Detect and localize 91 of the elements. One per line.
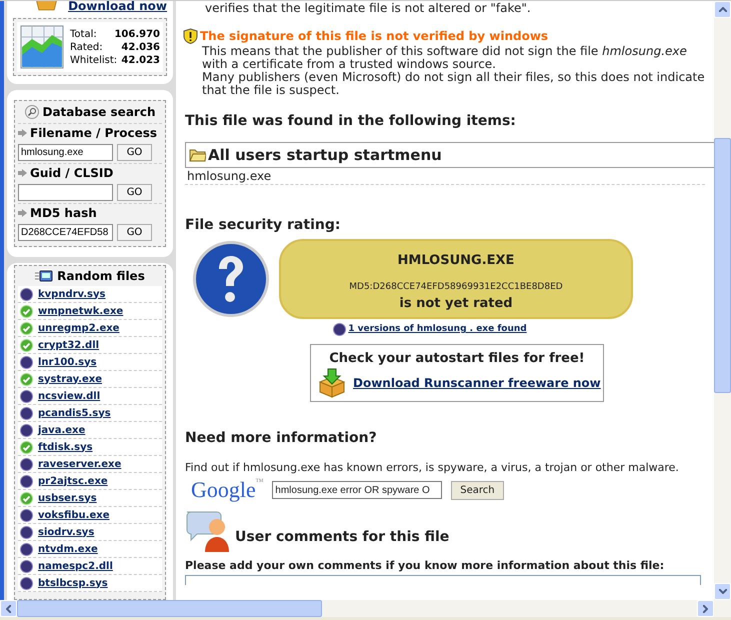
file-link[interactable]: wmpnetwk.exe [38,304,124,318]
field-label: Guid / CLSID [30,165,114,182]
box-download-icon [317,368,347,398]
signature-text: This means that the publisher of this software did not sign the file hmlosung.exe [202,45,688,58]
stat-value: 42.036 [121,40,160,54]
arrow-icon [18,209,27,217]
search-icon [24,105,38,119]
circle-icon [20,356,33,368]
arrow-icon [18,169,27,177]
go-button[interactable]: GO [117,224,152,241]
rating-heading: File security rating: [185,216,342,235]
found-heading: This file was found in the following items: [185,112,517,131]
input-field[interactable]: D268CCE74EFD58 [18,224,113,241]
group-title: All users startup startmenu [208,144,442,166]
google-logo: Google$^{TM}$ [191,478,264,502]
stat-label: Rated: [70,40,103,54]
circle-icon [333,323,346,336]
go-button[interactable]: GO [117,184,152,201]
file-link[interactable]: voksfibu.exe [38,508,110,522]
file-link[interactable]: btslbcsp.sys [38,576,108,590]
file-link[interactable]: ntvdm.exe [38,542,98,556]
signature-warning-title: The signature of this file is not verified by windows [200,28,548,45]
file-link[interactable]: pcandis5.sys [38,406,111,420]
box-icon [35,1,58,13]
field-label: Filename / Process [30,125,158,142]
file-link[interactable]: raveserver.exe [38,456,122,472]
horizontal-scrollbar[interactable] [0,600,731,617]
go-button[interactable]: GO [117,144,152,161]
circle-icon [20,406,33,420]
vertical-scrollbar[interactable] [714,1,731,600]
rating-filename: HMLOSUNG.EXE [398,252,514,270]
input-field[interactable]: hmlosung.exe [18,144,113,161]
more-info-text: Find out if hmlosung.exe has known errors, is spyware, a virus, a trojan or other malware. [185,460,680,476]
comment-box[interactable] [185,574,701,584]
scroll-left-button[interactable] [0,600,17,617]
file-link[interactable]: usbser.sys [38,490,97,506]
signature-text: with a certificate from a trusted windows source. [202,58,497,71]
chart-icon [20,25,64,69]
circle-icon [20,526,33,538]
comments-prompt: Please add your own comments if you know more information about this file: [185,558,666,574]
runscanner-link[interactable]: Download Runscanner freeware now [353,374,601,392]
more-info-heading: Need more information? [185,428,378,448]
circle-icon [20,390,33,402]
signature-text: Many publishers (even Microsoft) do not sign all their files, so this does not indicate [202,71,705,84]
file-link[interactable]: unregmp2.exe [38,320,120,336]
scroll-down-button[interactable] [714,583,731,600]
file-link[interactable]: java.exe [38,422,86,438]
circle-icon [20,474,33,488]
shield-warning-icon [183,28,198,44]
input-field[interactable] [18,184,113,201]
question-icon [191,239,271,319]
circle-icon [20,560,33,572]
search-button[interactable]: Search [451,480,504,500]
file-link[interactable]: namespc2.dll [38,558,113,574]
circle-icon [20,508,33,522]
scroll-thumb[interactable] [17,600,322,617]
folder-icon [189,148,206,162]
circle-icon [20,424,33,436]
intro-text: verifies that the legitimate file is not altered or "fake". [204,1,532,15]
arrow-icon [18,129,27,137]
search-field[interactable]: hmlosung.exe error OR spyware O [272,481,442,499]
scroll-up-button[interactable] [714,1,731,18]
field-label: MD5 hash [30,205,97,222]
circle-icon [20,458,33,470]
scroll-thumb[interactable] [714,138,731,393]
file-link[interactable]: pr2ajtsc.exe [38,474,108,488]
file-link[interactable]: kvpndrv.sys [38,286,106,302]
random-files-title: Random files [57,268,145,285]
scroll-right-button[interactable] [697,600,714,617]
file-link[interactable]: ftdisk.sys [38,440,93,454]
file-link[interactable]: siodrv.sys [38,524,94,540]
stat-value: 106.970 [114,28,160,40]
stat-label: Total: [70,28,97,40]
found-item: hmlosung.exe [185,168,705,185]
rating-status: is not yet rated [399,295,513,313]
files-icon [35,270,54,282]
circle-icon [20,542,33,556]
circle-icon [20,288,33,300]
signature-text: that the file is suspect. [202,84,340,97]
circle-icon [20,576,33,590]
comments-heading: User comments for this file [235,528,450,547]
search-title: Database search [42,104,156,121]
versions-link[interactable]: 1 versions of hmlosung . exe found [348,323,527,336]
file-link[interactable]: systray.exe [38,372,102,386]
stat-value: 42.023 [121,54,160,66]
file-link[interactable]: lnr100.sys [38,354,97,370]
file-link[interactable]: ncsview.dll [38,388,100,404]
autostart-title: Check your autostart files for free! [329,350,585,368]
file-link[interactable]: crypt32.dll [38,338,100,352]
stat-label: Whitelist: [70,54,118,66]
rating-md5: MD5:D268CCE74EFD58969931E2CC1BE8D8ED [349,280,563,294]
